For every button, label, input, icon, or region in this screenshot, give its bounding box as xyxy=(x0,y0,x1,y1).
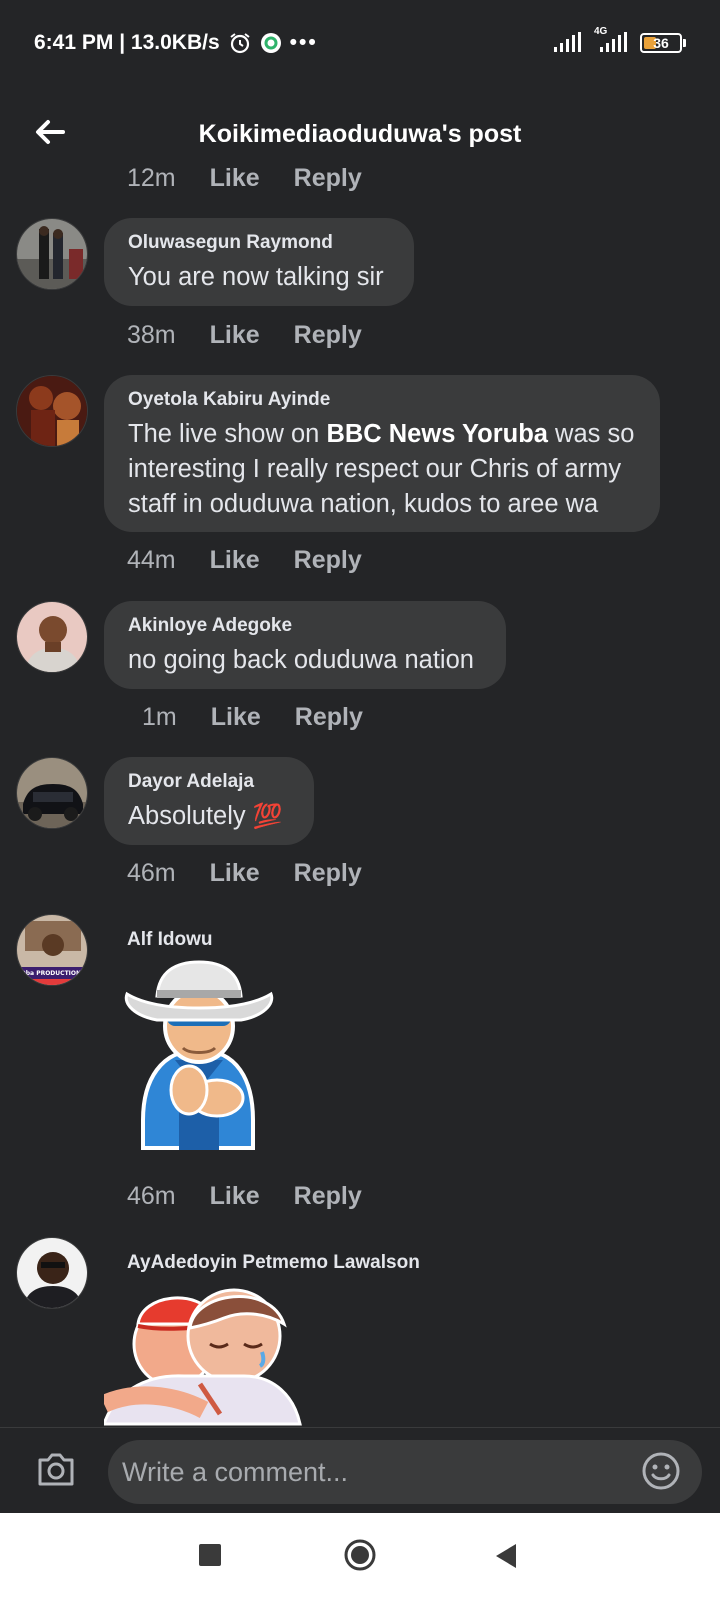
comment-text: no going back oduduwa nation xyxy=(128,646,474,674)
comment-time: 38m xyxy=(127,321,176,349)
camera-button[interactable] xyxy=(34,1448,78,1492)
comment-meta: 12m Like Reply xyxy=(127,164,362,193)
alarm-icon xyxy=(228,31,252,55)
status-time: 6:41 PM | 13.0KB/s xyxy=(34,31,220,54)
comment-text: The live show on BBC News Yoruba was so … xyxy=(128,417,636,522)
like-button[interactable]: Like xyxy=(211,703,261,732)
reply-button[interactable]: Reply xyxy=(295,703,363,732)
comment-meta: 38m Like Reply xyxy=(127,321,362,350)
comment-input[interactable] xyxy=(108,1440,702,1504)
avatar[interactable] xyxy=(16,375,88,447)
comment-author[interactable]: Dayor Adelaja xyxy=(128,771,290,793)
signal-icon xyxy=(552,32,582,54)
avatar[interactable] xyxy=(16,218,88,290)
comment-text-before: The live show on xyxy=(128,420,327,448)
reply-button[interactable]: Reply xyxy=(294,546,362,575)
like-button[interactable]: Like xyxy=(210,1182,260,1211)
comment-time: 46m xyxy=(127,1182,176,1210)
reply-button[interactable]: Reply xyxy=(294,1182,362,1211)
smiley-icon xyxy=(642,1452,680,1490)
triangle-back-icon xyxy=(496,1544,516,1568)
avatar[interactable]: Oba PRODUCTIONS xyxy=(16,914,88,986)
comment-author[interactable]: Alf Idowu xyxy=(127,929,212,951)
comment-author[interactable]: AyAdedoyin Petmemo Lawalson xyxy=(127,1252,420,1274)
camera-icon xyxy=(38,1453,74,1486)
signal-4g-icon: 4G xyxy=(594,26,628,54)
comment-time: 44m xyxy=(127,546,176,574)
square-icon xyxy=(199,1544,221,1566)
back-nav-button[interactable] xyxy=(494,1543,518,1574)
status-bar: 6:41 PM | 13.0KB/s ••• 4G 36 xyxy=(0,0,720,86)
recents-button[interactable] xyxy=(198,1543,222,1572)
comment-meta: 46m Like Reply xyxy=(127,1182,362,1211)
comment-text: You are now talking sir xyxy=(128,263,384,291)
reply-button[interactable]: Reply xyxy=(294,859,362,888)
system-nav-bar xyxy=(0,1513,720,1600)
comment-meta: 1m Like Reply xyxy=(142,703,363,732)
comment-meta: 44m Like Reply xyxy=(127,546,362,575)
comment-bubble[interactable]: Dayor Adelaja Absolutely 💯 xyxy=(104,757,314,845)
page-title: Koikimediaoduduwa's post xyxy=(198,119,522,148)
comment-bubble[interactable]: Oluwasegun Raymond You are now talking s… xyxy=(104,218,414,306)
comment-time: 46m xyxy=(127,859,176,887)
circle-icon xyxy=(344,1539,376,1571)
comment-bubble[interactable]: Oyetola Kabiru Ayinde The live show on B… xyxy=(104,375,660,532)
like-button[interactable]: Like xyxy=(210,164,260,193)
battery-icon: 36 xyxy=(640,33,686,53)
comment-composer xyxy=(0,1427,720,1513)
like-button[interactable]: Like xyxy=(210,859,260,888)
battery-percent: 36 xyxy=(653,35,669,51)
more-indicator: ••• xyxy=(289,31,318,54)
avatar[interactable] xyxy=(16,601,88,673)
comment-bubble[interactable]: Akinloye Adegoke no going back oduduwa n… xyxy=(104,601,506,689)
comment-time: 1m xyxy=(142,703,177,731)
comment-author[interactable]: Oyetola Kabiru Ayinde xyxy=(128,389,636,411)
app-notification-icon xyxy=(260,32,282,54)
home-button[interactable] xyxy=(343,1538,377,1577)
network-label: 4G xyxy=(594,26,608,37)
hundred-points-emoji: 💯 xyxy=(252,803,283,830)
arrow-left-icon xyxy=(36,120,65,144)
avatar[interactable] xyxy=(16,757,88,829)
mention-link[interactable]: BBC News Yoruba xyxy=(326,420,548,448)
avatar-caption: Oba PRODUCTIONS xyxy=(21,970,86,977)
back-button[interactable] xyxy=(24,106,76,158)
like-button[interactable]: Like xyxy=(210,321,260,350)
comment-text: Absolutely 💯 xyxy=(128,799,290,834)
comment-author[interactable]: Akinloye Adegoke xyxy=(128,615,482,637)
comment-meta: 46m Like Reply xyxy=(127,859,362,888)
comment-author[interactable]: Oluwasegun Raymond xyxy=(128,232,390,254)
emoji-button[interactable] xyxy=(640,1450,682,1492)
hug-sticker[interactable] xyxy=(104,1284,304,1427)
reply-button[interactable]: Reply xyxy=(294,321,362,350)
like-button[interactable]: Like xyxy=(210,546,260,575)
comment-time: 12m xyxy=(127,164,176,192)
cowboy-clapping-sticker[interactable] xyxy=(113,960,283,1160)
reply-button[interactable]: Reply xyxy=(294,164,362,193)
avatar[interactable] xyxy=(16,1237,88,1309)
comment-text-value: Absolutely xyxy=(128,802,246,830)
